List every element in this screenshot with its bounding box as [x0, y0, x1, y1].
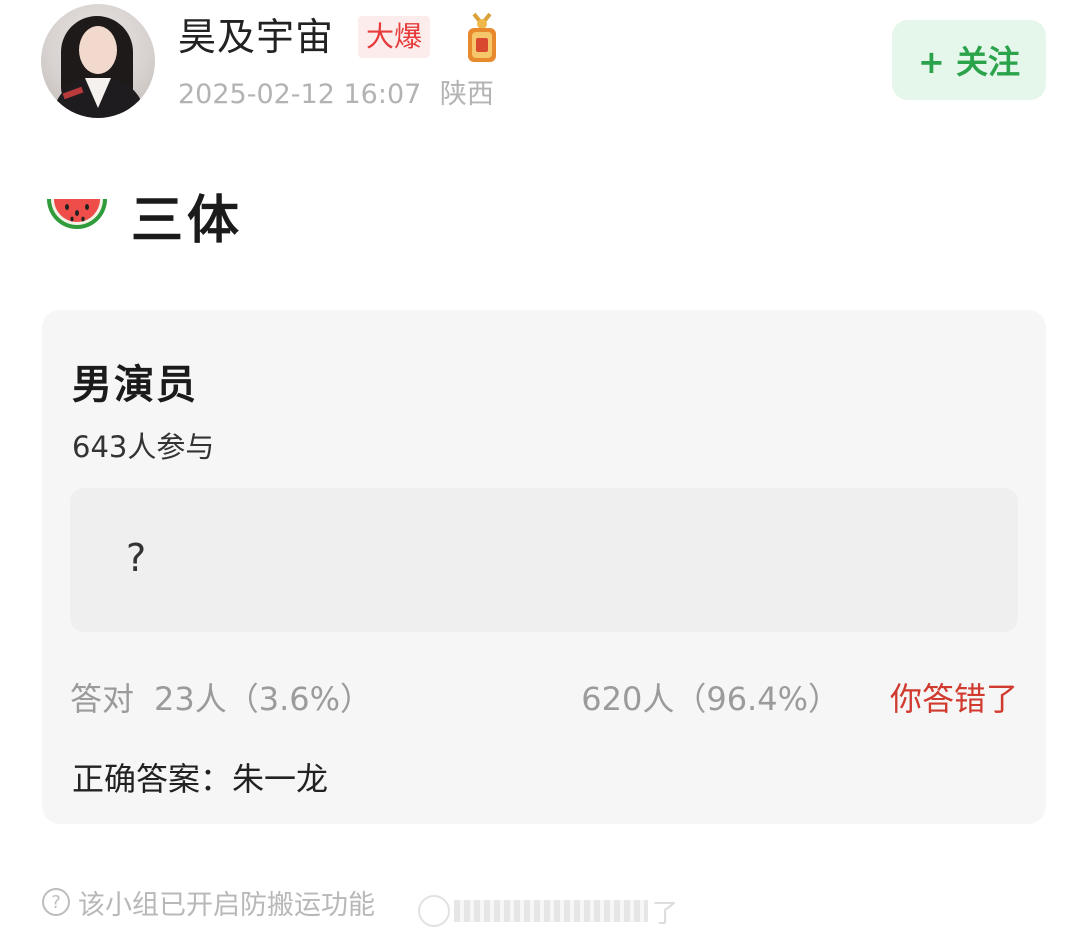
answer-option-text: ?	[126, 536, 147, 580]
quiz-question-title: 男演员	[72, 362, 198, 408]
quiz-stats: 答对 23人（3.6%） 620人（96.4%） 你答错了	[70, 674, 1018, 718]
correct-label: 答对	[70, 680, 135, 718]
quiz-card: 男演员 643人参与 ? 答对 23人（3.6%） 620人（96.4%） 你答错…	[42, 310, 1046, 824]
post-page: 昊及宇宙 大爆 2025-02-12 16:07 陕西 + 关注 三体 男演员 …	[0, 0, 1086, 941]
watermark-logo-icon	[418, 895, 450, 927]
post-meta: 2025-02-12 16:07 陕西	[178, 78, 494, 112]
answer-option[interactable]: ?	[70, 488, 1018, 632]
participant-count: 643人参与	[72, 430, 215, 464]
post-title: 三体	[131, 190, 244, 251]
footer-notice: ? 该小组已开启防搬运功能	[42, 880, 375, 924]
correct-answer: 正确答案：朱一龙	[72, 760, 329, 798]
watermark: 了	[418, 892, 678, 930]
correct-stat: 答对 23人（3.6%）	[70, 674, 372, 720]
post-title-row: 三体	[45, 180, 244, 251]
watermark-bars	[454, 900, 648, 922]
question-circle-icon[interactable]: ?	[42, 888, 70, 916]
follow-button[interactable]: + 关注	[892, 20, 1046, 100]
avatar[interactable]	[41, 4, 155, 118]
correct-count: 23人（3.6%）	[154, 680, 373, 718]
medal-icon	[468, 12, 496, 62]
username[interactable]: 昊及宇宙	[178, 14, 334, 60]
post-timestamp: 2025-02-12 16:07	[178, 79, 422, 110]
wrong-answer-note: 你答错了	[889, 680, 1018, 718]
watermark-text: 了	[651, 898, 678, 929]
status-badge: 大爆	[358, 16, 431, 58]
anti-repost-notice: 该小组已开启防搬运功能	[78, 889, 375, 921]
wrong-count: 620人（96.4%）	[581, 680, 840, 718]
watermelon-icon	[47, 199, 107, 229]
post-location: 陕西	[439, 79, 494, 110]
